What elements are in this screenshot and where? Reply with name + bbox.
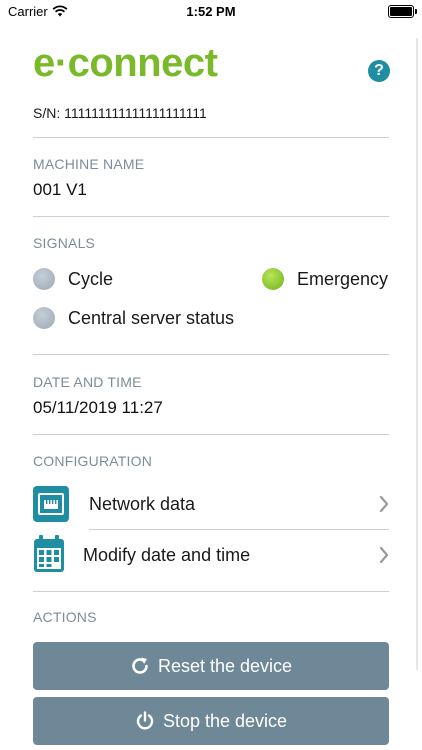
status-indicator-icon <box>33 268 55 290</box>
modify-date-time-label: Modify date and time <box>83 544 251 565</box>
divider <box>33 137 389 138</box>
reset-device-button[interactable]: Reset the device <box>33 642 389 690</box>
signals-label: SIGNALS <box>33 235 96 251</box>
divider <box>89 529 389 530</box>
stop-device-label: Stop the device <box>162 710 288 731</box>
chevron-right-icon <box>379 496 389 512</box>
refresh-icon <box>132 657 148 674</box>
signal-label: Cycle <box>68 268 114 289</box>
machine-name-value: 001 V1 <box>33 180 87 199</box>
econnect-logo: e·connect <box>33 44 218 84</box>
modify-date-time-row[interactable]: Modify date and time <box>33 533 389 577</box>
network-data-row[interactable]: Network data <box>33 482 389 526</box>
power-icon <box>136 711 154 730</box>
signal-label: Central server status <box>68 307 235 328</box>
status-bar: Carrier 1:52 PM <box>0 0 422 24</box>
divider <box>33 354 389 355</box>
machine-name-label: MACHINE NAME <box>33 156 145 172</box>
signal-central-server: Central server status <box>33 307 234 329</box>
scroll-indicator[interactable] <box>416 38 418 670</box>
clock-time: 1:52 PM <box>186 4 236 19</box>
date-time-value: 05/11/2019 11:27 <box>33 398 163 417</box>
actions-label: ACTIONS <box>33 609 97 625</box>
stop-device-button[interactable]: Stop the device <box>33 697 389 745</box>
svg-text:e·connect: e·connect <box>33 44 218 84</box>
reset-device-label: Reset the device <box>157 655 293 676</box>
configuration-label: CONFIGURATION <box>33 453 153 469</box>
network-data-label: Network data <box>89 493 196 514</box>
signal-label: Emergency <box>297 268 389 289</box>
divider <box>33 216 389 217</box>
status-indicator-icon <box>33 307 55 329</box>
divider <box>33 434 389 435</box>
date-time-label: DATE AND TIME <box>33 374 142 390</box>
calendar-icon <box>33 535 69 575</box>
serial-number: S/N: 111111111111111111111 <box>33 105 207 121</box>
network-icon <box>33 486 69 522</box>
status-indicator-icon <box>262 268 284 290</box>
divider <box>33 591 389 592</box>
help-button[interactable]: ? <box>368 60 390 82</box>
chevron-right-icon <box>379 547 389 563</box>
battery-icon <box>388 5 417 18</box>
signal-emergency: Emergency <box>262 268 388 290</box>
signal-cycle: Cycle <box>33 268 113 290</box>
